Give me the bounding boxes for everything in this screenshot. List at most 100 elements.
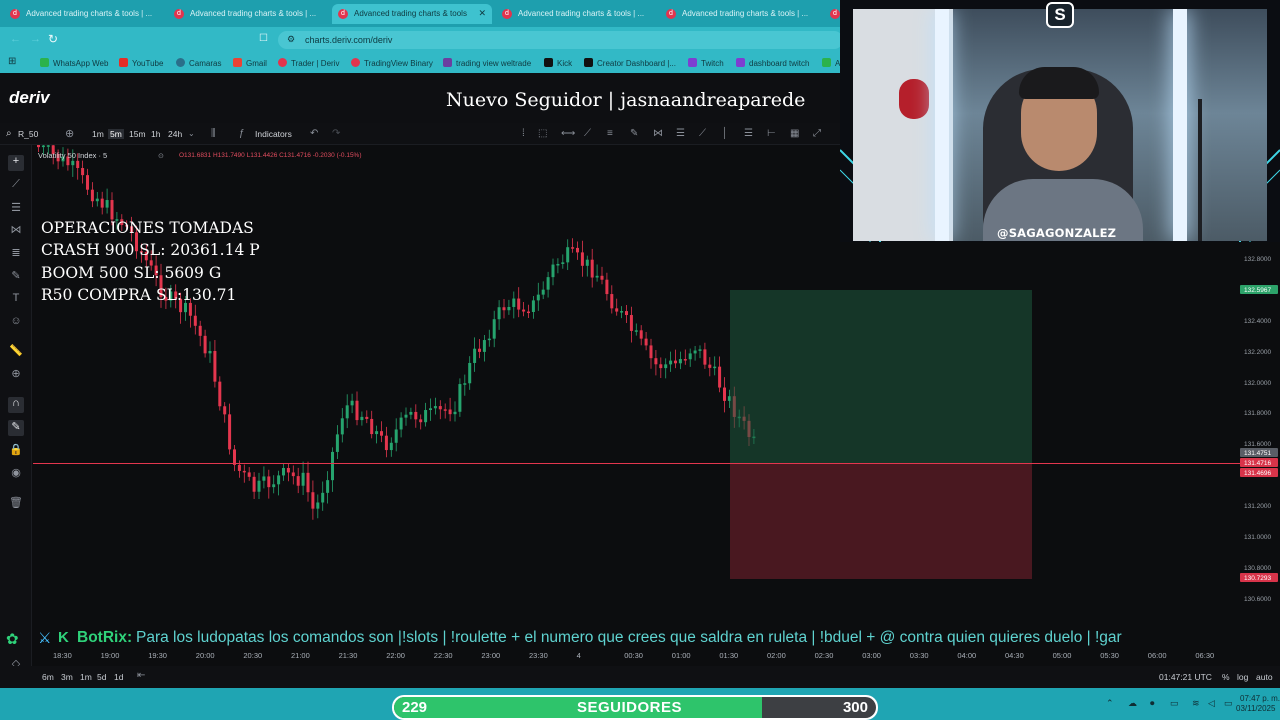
ray-tool-icon[interactable]: ⊢ — [767, 128, 776, 139]
close-tab-icon[interactable]: ✕ — [478, 8, 486, 19]
symbol-search[interactable]: R_50 — [18, 129, 38, 139]
lock-drawing-icon[interactable]: ✎ — [8, 420, 24, 436]
percent-scale-toggle[interactable]: % — [1222, 672, 1230, 682]
interval-1h[interactable]: 1h — [151, 129, 160, 139]
vline-tool-icon[interactable]: │ — [722, 128, 728, 139]
candle-body — [90, 189, 94, 202]
chart-legend[interactable]: Volatility 50 Index · 5 — [38, 151, 107, 160]
bookmark-tradingview-binary[interactable]: TradingView Binary — [351, 58, 433, 68]
pattern-tool-icon[interactable]: ⋈ — [653, 128, 663, 139]
candle-body — [556, 263, 560, 266]
undo-icon[interactable]: ↶ — [310, 128, 318, 139]
trash-icon[interactable]: 🗑 — [8, 496, 24, 512]
date-range-icon[interactable]: ⇤ — [137, 670, 145, 681]
bookmark-dashboard-twitch[interactable]: dashboard twitch — [736, 58, 809, 68]
select-tool-icon[interactable]: ⬚ — [538, 128, 547, 139]
candle-body — [595, 275, 599, 278]
bookmark-more[interactable]: A — [822, 58, 840, 68]
add-symbol-icon[interactable]: ⊕ — [65, 127, 74, 140]
pattern-tool-icon[interactable]: ⋈ — [8, 223, 24, 239]
zoom-icon[interactable]: ⊕ — [8, 367, 24, 383]
browser-tab[interactable]: d Advanced trading charts & tools | ... — [168, 4, 320, 24]
parallel-tool-icon[interactable]: ☰ — [8, 201, 24, 217]
candle-body — [247, 472, 251, 477]
fib-tool-icon[interactable]: ☰ — [676, 128, 685, 139]
grid-tool-icon[interactable]: ▦ — [790, 128, 799, 139]
channel-tool-icon[interactable]: ≡ — [607, 128, 613, 139]
text-tool-icon[interactable]: T — [8, 292, 24, 308]
levels-tool-icon[interactable]: ☰ — [744, 128, 753, 139]
range-6m[interactable]: 6m — [42, 672, 54, 682]
indicators-icon[interactable]: ƒ — [239, 128, 245, 139]
emoji-tool-icon[interactable]: ☺ — [8, 315, 24, 331]
microphone-icon[interactable]: ⏺ — [1150, 698, 1155, 709]
time-axis[interactable]: 18:30 19:00 19:30 20:00 20:30 21:00 21:30 22:00… — [33, 650, 1280, 664]
bookmark-kick[interactable]: Kick — [544, 58, 572, 68]
long-position-stop-zone[interactable] — [730, 464, 1032, 579]
cloud-icon[interactable]: ☁ — [1128, 698, 1137, 709]
site-info-icon[interactable]: ⚙ — [287, 34, 295, 45]
browser-tab[interactable]: d Advanced trading charts & tools | ... — [4, 4, 156, 24]
deriv-logo[interactable]: deriv — [9, 88, 50, 108]
line-tool-icon[interactable]: ⟋ — [8, 178, 24, 194]
browser-tab[interactable]: d Advanced trading charts & tools | ... — [660, 4, 812, 24]
chevron-up-icon[interactable]: ⌃ — [1106, 698, 1114, 709]
wifi-icon[interactable]: ≋ — [1192, 698, 1200, 709]
volume-icon[interactable]: ◁ — [1208, 698, 1215, 709]
range-3m[interactable]: 3m — [61, 672, 73, 682]
search-icon[interactable]: ⌕ — [6, 128, 12, 139]
drag-handle-icon[interactable]: ⁞ — [522, 128, 525, 139]
bookmark-whatsapp[interactable]: WhatsApp Web — [40, 58, 108, 68]
battery-icon[interactable]: ▭ — [1224, 698, 1233, 709]
url-field[interactable]: ⚙ charts.deriv.com/deriv — [278, 31, 843, 49]
trendline-tool-icon[interactable]: ⟋ — [584, 128, 591, 139]
bookmark-gmail[interactable]: Gmail — [233, 58, 267, 68]
bookmark-star-icon[interactable]: ☐ — [259, 33, 268, 44]
tray-time[interactable]: 07:47 p. m. — [1240, 694, 1280, 703]
fib-tool-icon[interactable]: ≣ — [8, 246, 24, 262]
redo-icon[interactable]: ↷ — [332, 128, 340, 139]
legend-settings-icon[interactable]: ⊙ — [158, 152, 164, 160]
tray-date[interactable]: 03/11/2025 — [1236, 704, 1275, 713]
auto-scale-toggle[interactable]: auto — [1256, 672, 1273, 682]
crosshair-icon[interactable]: + — [8, 155, 24, 171]
candle-body — [409, 411, 413, 415]
browser-tab[interactable]: d Advanced trading charts & tools | ... — [496, 4, 648, 24]
ruler-icon[interactable]: 📏 — [8, 344, 24, 360]
browser-tab-active[interactable]: d Advanced trading charts & tools ✕ — [332, 4, 492, 24]
range-1m[interactable]: 1m — [80, 672, 92, 682]
log-scale-toggle[interactable]: log — [1237, 672, 1248, 682]
apps-grid-icon[interactable]: ⊞ — [8, 56, 16, 67]
bookmark-trader-deriv[interactable]: Trader | Deriv — [278, 58, 339, 68]
bookmark-creator-dashboard[interactable]: Creator Dashboard |... — [584, 58, 676, 68]
range-5d[interactable]: 5d — [97, 672, 106, 682]
camera-icon — [176, 58, 185, 67]
magnet-icon[interactable]: ∩ — [8, 397, 24, 413]
reload-icon[interactable]: ↻ — [48, 32, 58, 46]
forward-arrow-icon[interactable]: → — [30, 33, 41, 45]
hline-tool-icon[interactable]: ⟷ — [561, 128, 575, 139]
bookmark-youtube[interactable]: YouTube — [119, 58, 163, 68]
interval-24h[interactable]: 24h — [168, 129, 182, 139]
bookmark-camaras[interactable]: Camaras — [176, 58, 221, 68]
expand-icon[interactable]: ⤢ — [813, 128, 821, 139]
brush-tool-icon[interactable]: ✎ — [8, 269, 24, 285]
indicators-button[interactable]: Indicators — [255, 129, 292, 139]
interval-1m[interactable]: 1m — [92, 129, 104, 139]
interval-15m[interactable]: 15m — [129, 129, 146, 139]
pencil-tool-icon[interactable]: ✎ — [630, 128, 638, 139]
bookmark-tradingview-weltrade[interactable]: trading view weltrade — [443, 58, 531, 68]
lock-icon[interactable]: 🔒 — [8, 443, 24, 459]
long-position-target-zone[interactable] — [730, 290, 1032, 464]
bookmark-twitch[interactable]: Twitch — [688, 58, 724, 68]
display-icon[interactable]: ▭ — [1170, 698, 1179, 709]
brush-tool-icon[interactable]: ⟋ — [699, 128, 706, 139]
candle-body — [703, 349, 707, 365]
range-1d[interactable]: 1d — [114, 672, 123, 682]
eye-icon[interactable]: ◉ — [8, 466, 24, 482]
candle-type-icon[interactable]: ⫼ — [211, 128, 216, 139]
back-arrow-icon[interactable]: ← — [10, 33, 21, 45]
interval-5m[interactable]: 5m — [108, 129, 124, 139]
chevron-down-icon[interactable]: ⌄ — [188, 129, 195, 138]
candle-body — [723, 387, 726, 401]
